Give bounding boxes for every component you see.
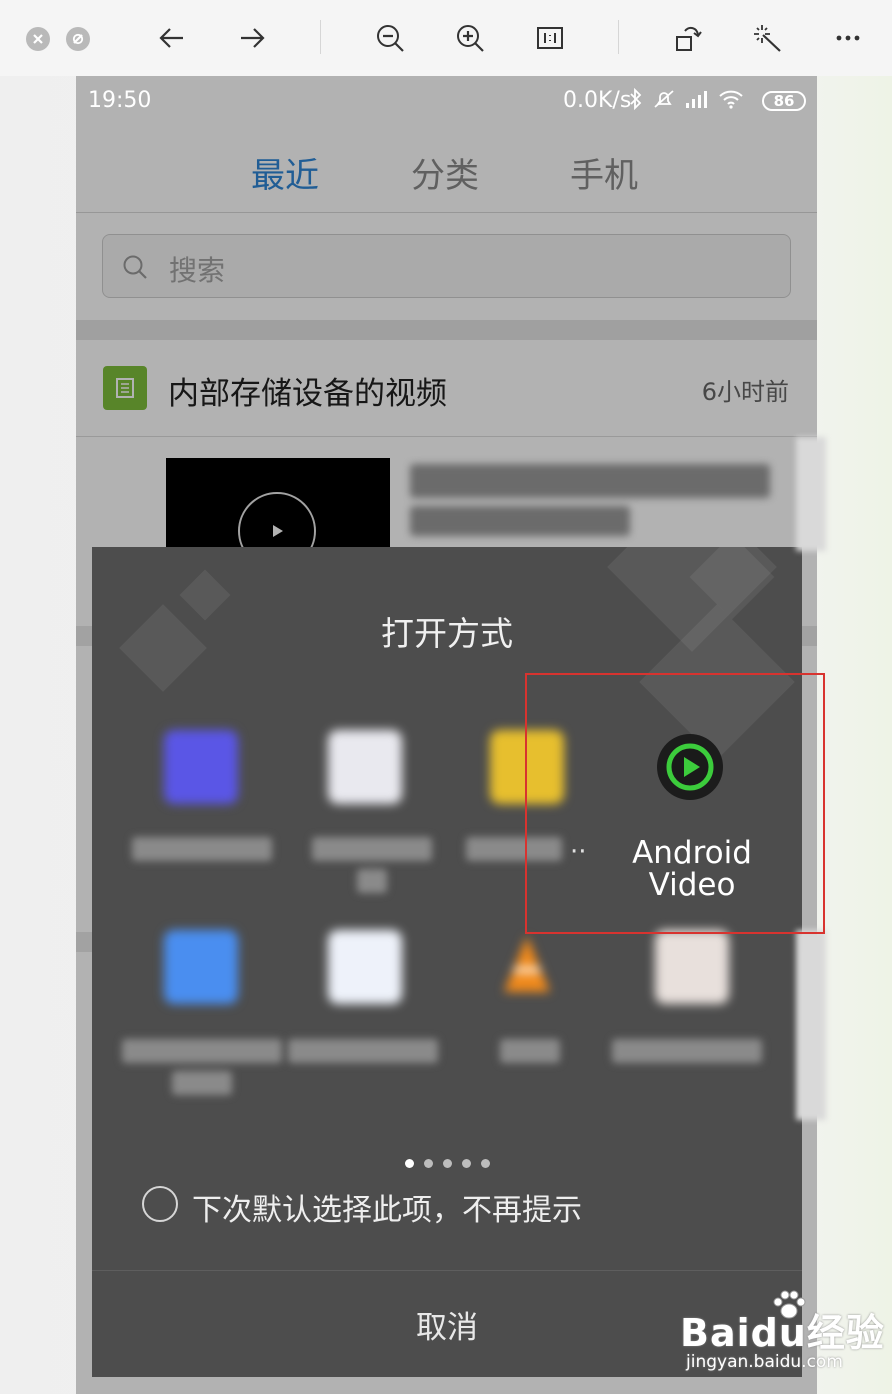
zoom-out-icon[interactable] xyxy=(368,16,412,60)
app-icon-blurred[interactable] xyxy=(328,930,402,1004)
remember-label: 下次默认选择此项，不再提示 xyxy=(192,1193,582,1228)
status-bar: 19:50 0.0K/s 86 xyxy=(76,76,817,126)
document-icon xyxy=(103,366,147,410)
battery-indicator: 86 xyxy=(762,91,806,111)
app-icon-blurred[interactable] xyxy=(328,730,402,804)
watermark: Baidu经验 jingyan.baidu.com xyxy=(680,1290,890,1382)
section-spacer xyxy=(76,320,817,340)
app-icon-blurred[interactable] xyxy=(164,730,238,804)
app-label-blurred xyxy=(612,1039,762,1063)
bluetooth-icon xyxy=(630,88,642,110)
app-icon-blurred[interactable] xyxy=(164,930,238,1004)
watermark-url: jingyan.baidu.com xyxy=(686,1352,843,1372)
tab-recent[interactable]: 最近 xyxy=(251,148,319,197)
open-with-dialog: 打开方式 ·· Android Video 下次默认选择此项，不再提示 取消 xyxy=(92,547,802,1377)
status-icons xyxy=(628,88,744,110)
stop-icon[interactable] xyxy=(66,27,90,51)
app-label-blurred xyxy=(312,837,432,893)
signal-icon xyxy=(686,91,707,108)
page-indicator xyxy=(92,1159,802,1168)
label-ellipsis: ·· xyxy=(570,837,587,867)
background-edge xyxy=(796,930,826,1120)
remember-radio[interactable] xyxy=(142,1186,178,1222)
rotate-icon[interactable] xyxy=(666,16,710,60)
wifi-icon xyxy=(719,90,743,109)
app-label-blurred xyxy=(500,1039,560,1063)
app-icon-blurred[interactable] xyxy=(490,730,564,804)
group-timestamp: 6小时前 xyxy=(701,378,789,406)
cone-icon-blurred[interactable] xyxy=(490,930,564,1004)
close-icon[interactable] xyxy=(26,27,50,51)
tab-category[interactable]: 分类 xyxy=(411,148,479,197)
page-dot xyxy=(480,1159,490,1168)
more-icon[interactable] xyxy=(826,16,870,60)
forward-arrow-icon[interactable] xyxy=(230,16,274,60)
blurred-filename xyxy=(410,464,780,536)
app-label-blurred xyxy=(122,1039,282,1095)
actual-size-icon[interactable] xyxy=(528,16,572,60)
status-time: 19:50 xyxy=(88,88,152,113)
paw-icon xyxy=(773,1290,806,1319)
app-label-blurred xyxy=(288,1039,438,1063)
video-thumbnail[interactable] xyxy=(166,458,390,570)
tab-bar: 最近 分类 手机 xyxy=(76,138,817,212)
page-dot xyxy=(404,1159,414,1168)
zoom-in-icon[interactable] xyxy=(448,16,492,60)
toolbar-separator xyxy=(618,20,619,54)
play-circle-icon[interactable] xyxy=(657,734,723,800)
tab-phone[interactable]: 手机 xyxy=(570,148,638,197)
group-title: 内部存储设备的视频 xyxy=(168,376,447,412)
search-placeholder: 搜索 xyxy=(169,254,226,287)
search-icon xyxy=(123,255,147,279)
app-label-blurred xyxy=(132,837,272,861)
android-video-app-label[interactable]: Android Video xyxy=(617,837,767,901)
app-label-blurred xyxy=(466,837,562,861)
alarm-off-icon xyxy=(654,90,674,108)
page-dot xyxy=(461,1159,471,1168)
app-icon-blurred[interactable] xyxy=(655,930,729,1004)
magic-wand-icon[interactable] xyxy=(746,16,790,60)
video-group-header[interactable]: 内部存储设备的视频 6小时前 xyxy=(76,340,817,436)
search-input[interactable]: 搜索 xyxy=(102,234,791,298)
divider xyxy=(76,212,817,213)
dialog-title: 打开方式 xyxy=(381,614,513,653)
back-arrow-icon[interactable] xyxy=(150,16,194,60)
page-dot xyxy=(442,1159,452,1168)
image-viewer-toolbar xyxy=(0,0,892,76)
page-dot xyxy=(423,1159,433,1168)
toolbar-separator xyxy=(320,20,321,54)
network-speed: 0.0K/s xyxy=(563,88,632,113)
background-edge xyxy=(796,437,826,551)
divider xyxy=(76,436,817,437)
